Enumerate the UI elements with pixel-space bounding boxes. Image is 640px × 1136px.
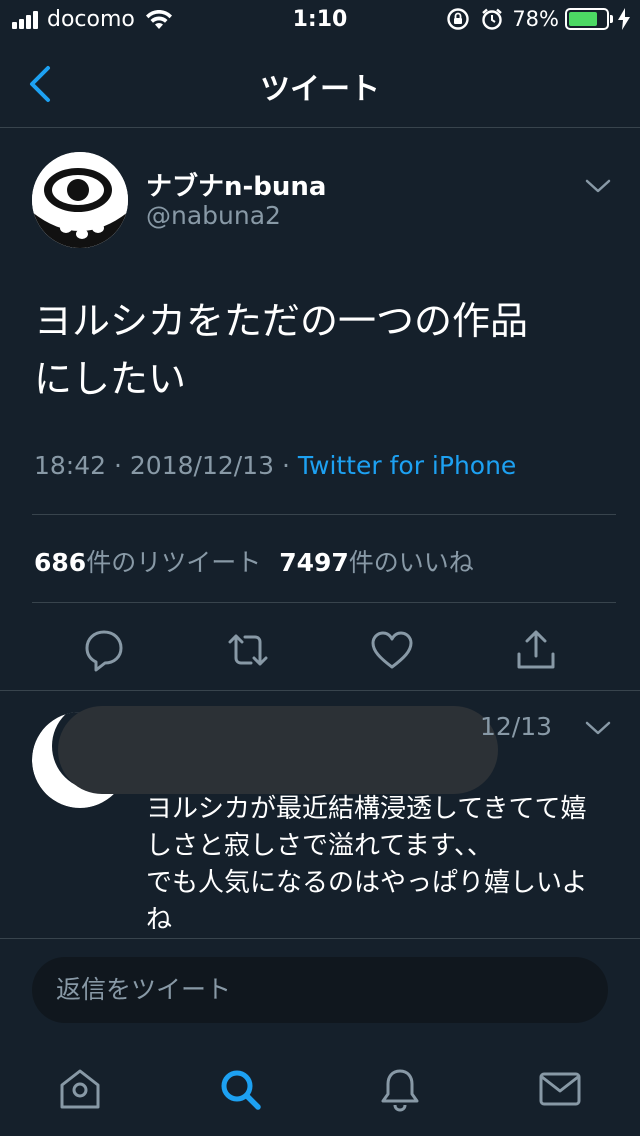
author-display-name[interactable]: ナブナn-buna <box>146 166 326 203</box>
like-icon[interactable] <box>368 626 416 674</box>
divider <box>32 514 616 515</box>
author-handle[interactable]: @nabuna2 <box>146 201 281 230</box>
battery-fill <box>569 12 598 26</box>
notifications-icon[interactable] <box>376 1065 424 1113</box>
meta-separator: · <box>114 451 130 480</box>
redacted-author-info <box>58 706 498 794</box>
charging-icon <box>618 8 630 30</box>
like-count: 7497 <box>279 548 349 577</box>
tweet-stats: 686件のリツイート 7497件のいいね <box>34 543 474 579</box>
retweet-icon[interactable] <box>224 626 272 674</box>
home-icon[interactable] <box>56 1065 104 1113</box>
messages-icon[interactable] <box>536 1065 584 1113</box>
search-icon[interactable] <box>216 1065 264 1113</box>
retweet-stat[interactable]: 686件のリツイート <box>34 548 261 577</box>
chevron-down-icon[interactable] <box>584 718 612 738</box>
avatar-image <box>32 152 128 248</box>
retweet-label: 件のリツイート <box>86 548 262 577</box>
retweet-count: 686 <box>34 548 87 577</box>
reply-icon[interactable] <box>80 626 128 674</box>
status-bar: docomo 1:10 78% <box>0 0 640 40</box>
reply-composer-input[interactable]: 返信をツイート <box>32 957 608 1023</box>
section-divider <box>0 690 640 691</box>
nav-bar: ツイート <box>0 40 640 128</box>
tweet-source-link[interactable]: Twitter for iPhone <box>298 451 516 480</box>
chevron-down-icon[interactable] <box>584 176 612 196</box>
page-title: ツイート <box>260 72 380 107</box>
tweet-detail-screen: docomo 1:10 78% ツイート ナブナn-buna @nabuna2 … <box>0 0 640 1136</box>
author-avatar[interactable] <box>32 152 128 248</box>
reply-date: 12/13 <box>480 712 553 741</box>
tweet-actions <box>0 620 640 680</box>
meta-separator: · <box>281 451 298 480</box>
tweet-time: 18:42 <box>34 451 107 480</box>
battery-percent: 78% <box>512 7 559 31</box>
tab-bar <box>0 1051 640 1136</box>
rotation-lock-icon <box>447 8 470 30</box>
like-stat[interactable]: 7497件のいいね <box>279 548 474 577</box>
reply-text: ヨルシカが最近結構浸透してきてて嬉 しさと寂しさで溢れてます、、 でも人気になる… <box>146 794 588 935</box>
divider <box>32 602 616 603</box>
like-label: 件のいいね <box>348 548 474 577</box>
alarm-icon <box>482 8 503 30</box>
bottom-bar: 返信をツイート <box>0 938 640 1136</box>
tweet-text: ヨルシカをただの一つの作品 にしたい <box>34 299 529 401</box>
share-icon[interactable] <box>512 626 560 674</box>
status-right: 78% <box>446 7 630 31</box>
battery-icon <box>565 8 613 30</box>
tweet-date: 2018/12/13 <box>129 451 274 480</box>
tweet-meta: 18:42 · 2018/12/13 · Twitter for iPhone <box>34 451 516 480</box>
